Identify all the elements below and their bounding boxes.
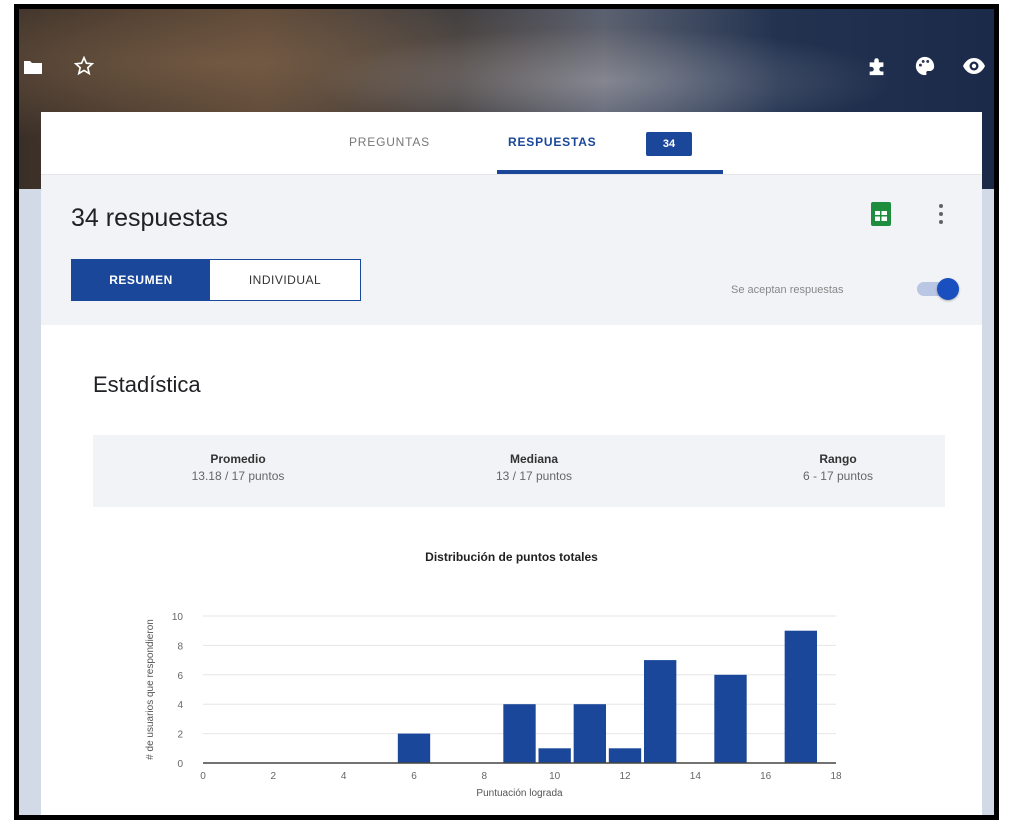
score-distribution-chart: 0 2 4 6 8 10 0 2 4 6 8 10 12 14 16 18 Puntuación lograda…: [145, 612, 842, 799]
y-tick-label: 4: [177, 700, 183, 711]
chart-bar: [397, 733, 431, 763]
more-vert-icon[interactable]: [937, 202, 945, 226]
y-tick-label: 0: [177, 759, 183, 770]
top-right-icons: [866, 51, 986, 81]
x-tick-label: 4: [341, 771, 347, 782]
statistics-card: Estadística Promedio 13.18 / 17 puntos M…: [41, 325, 982, 815]
chart-bar: [608, 748, 642, 763]
tab-preguntas[interactable]: PREGUNTAS: [349, 135, 430, 149]
x-tick-label: 0: [200, 771, 206, 782]
tabs-bar: PREGUNTAS RESPUESTAS 34: [41, 112, 982, 175]
accepting-toggle[interactable]: [937, 278, 959, 300]
accepting-responses-label: Se aceptan respuestas: [731, 284, 844, 296]
tab-respuestas[interactable]: RESPUESTAS: [508, 135, 596, 149]
resumen-button[interactable]: RESUMEN: [72, 260, 210, 300]
view-segmented-control: RESUMEN INDIVIDUAL: [71, 259, 361, 301]
y-tick-label: 2: [177, 730, 183, 741]
y-tick-label: 6: [177, 671, 183, 682]
x-tick-label: 14: [690, 771, 702, 782]
x-tick-label: 6: [411, 771, 417, 782]
active-tab-indicator: [497, 170, 723, 174]
sheets-icon[interactable]: [871, 202, 891, 226]
x-axis-label: Puntuación lograda: [476, 788, 563, 799]
chart-bar: [503, 704, 536, 763]
chart-bar: [643, 660, 677, 763]
y-tick-label: 10: [172, 612, 184, 623]
y-tick-label: 8: [177, 641, 183, 652]
star-icon[interactable]: [74, 56, 94, 76]
chart-bar: [784, 630, 818, 763]
x-tick-label: 2: [271, 771, 277, 782]
x-tick-label: 8: [482, 771, 488, 782]
chart-bar: [538, 748, 571, 763]
responses-count-badge: 34: [646, 132, 692, 156]
y-axis-label: # de usuarios que respondieron: [145, 619, 156, 760]
responses-title: 34 respuestas: [71, 204, 229, 232]
folder-icon[interactable]: [24, 58, 42, 74]
top-left-icons: [24, 51, 94, 81]
x-tick-label: 18: [830, 771, 842, 782]
puzzle-icon[interactable]: [866, 55, 888, 77]
x-tick-label: 16: [760, 771, 772, 782]
individual-button[interactable]: INDIVIDUAL: [210, 260, 360, 300]
x-tick-label: 10: [549, 771, 561, 782]
palette-icon[interactable]: [914, 55, 936, 77]
chart-bar: [573, 704, 607, 763]
x-tick-label: 12: [619, 771, 631, 782]
chart-bar: [714, 674, 747, 763]
eye-icon[interactable]: [962, 57, 986, 75]
responses-header-card: PREGUNTAS RESPUESTAS 34 34 respuestas RE…: [41, 112, 982, 325]
window-frame: PREGUNTAS RESPUESTAS 34 34 respuestas RE…: [14, 4, 999, 820]
